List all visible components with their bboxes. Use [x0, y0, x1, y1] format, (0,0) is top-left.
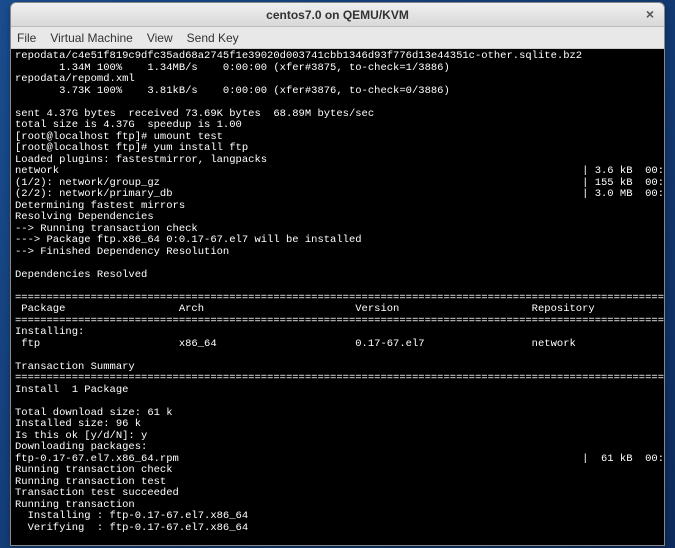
terminal-line: Installing: [15, 326, 84, 338]
terminal-line: --> Running transaction check [15, 223, 198, 235]
terminal-line: Dependencies Resolved [15, 269, 147, 281]
menu-virtual-machine[interactable]: Virtual Machine [50, 31, 133, 45]
terminal-line: Installed: [15, 545, 78, 546]
terminal-line: Transaction test succeeded [15, 487, 179, 499]
terminal-line: Resolving Dependencies [15, 211, 154, 223]
terminal-line: --> Finished Dependency Resolution [15, 246, 229, 258]
terminal-line: Loaded plugins: fastestmirror, langpacks [15, 154, 267, 166]
terminal-line: ---> Package ftp.x86_64 0:0.17-67.el7 wi… [15, 234, 362, 246]
vm-window: centos7.0 on QEMU/KVM × File Virtual Mac… [10, 2, 665, 546]
terminal-line: [root@localhost ftp]# umount test [15, 131, 223, 143]
terminal-line: total size is 4.37G speedup is 1.00 [15, 119, 242, 131]
terminal-line: ========================================… [15, 372, 664, 384]
terminal-line: Package Arch Version Repository Size [15, 303, 664, 315]
menu-send-key[interactable]: Send Key [187, 31, 239, 45]
terminal-line: 1.34M 100% 1.34MB/s 0:00:00 (xfer#3875, … [15, 62, 450, 74]
titlebar[interactable]: centos7.0 on QEMU/KVM × [11, 3, 664, 27]
terminal-line: Running transaction [15, 499, 135, 511]
terminal-line: Verifying : ftp-0.17-67.el7.x86_64 1/1 [15, 522, 664, 534]
terminal-line: Installed size: 96 k [15, 418, 141, 430]
terminal-line: Running transaction check [15, 464, 173, 476]
terminal-line: Installing : ftp-0.17-67.el7.x86_64 1/1 [15, 510, 664, 522]
terminal-line: [root@localhost ftp]# yum install ftp [15, 142, 248, 154]
terminal-line: ftp x86_64 0.17-67.el7 network 61 k [15, 338, 664, 350]
terminal-line: Is this ok [y/d/N]: y [15, 430, 147, 442]
terminal-line: (1/2): network/group_gz | 155 kB 00:00:0… [15, 177, 664, 189]
terminal-line: network | 3.6 kB 00:00:00 [15, 165, 664, 177]
terminal-line: (2/2): network/primary_db | 3.0 MB 00:00… [15, 188, 664, 200]
terminal-line: Install 1 Package [15, 384, 128, 396]
terminal-line: sent 4.37G bytes received 73.69K bytes 6… [15, 108, 374, 120]
terminal-line: ========================================… [15, 315, 664, 327]
terminal-line: repodata/c4e51f819c9dfc35ad68a2745f1e390… [15, 50, 582, 62]
menubar: File Virtual Machine View Send Key [11, 27, 664, 49]
terminal-line: Transaction Summary [15, 361, 135, 373]
terminal-line: repodata/repomd.xml [15, 73, 135, 85]
terminal-line: ========================================… [15, 292, 664, 304]
window-title: centos7.0 on QEMU/KVM [266, 8, 409, 22]
terminal-line: Total download size: 61 k [15, 407, 173, 419]
terminal-line: Running transaction test [15, 476, 166, 488]
terminal-line: 3.73K 100% 3.81kB/s 0:00:00 (xfer#3876, … [15, 85, 450, 97]
terminal-line: Determining fastest mirrors [15, 200, 185, 212]
terminal-line: Downloading packages: [15, 441, 147, 453]
menu-file[interactable]: File [17, 31, 36, 45]
menu-view[interactable]: View [147, 31, 173, 45]
terminal-line: ftp-0.17-67.el7.x86_64.rpm | 61 kB 00:00… [15, 453, 664, 465]
close-icon[interactable]: × [642, 7, 658, 23]
terminal[interactable]: repodata/c4e51f819c9dfc35ad68a2745f1e390… [11, 49, 664, 545]
